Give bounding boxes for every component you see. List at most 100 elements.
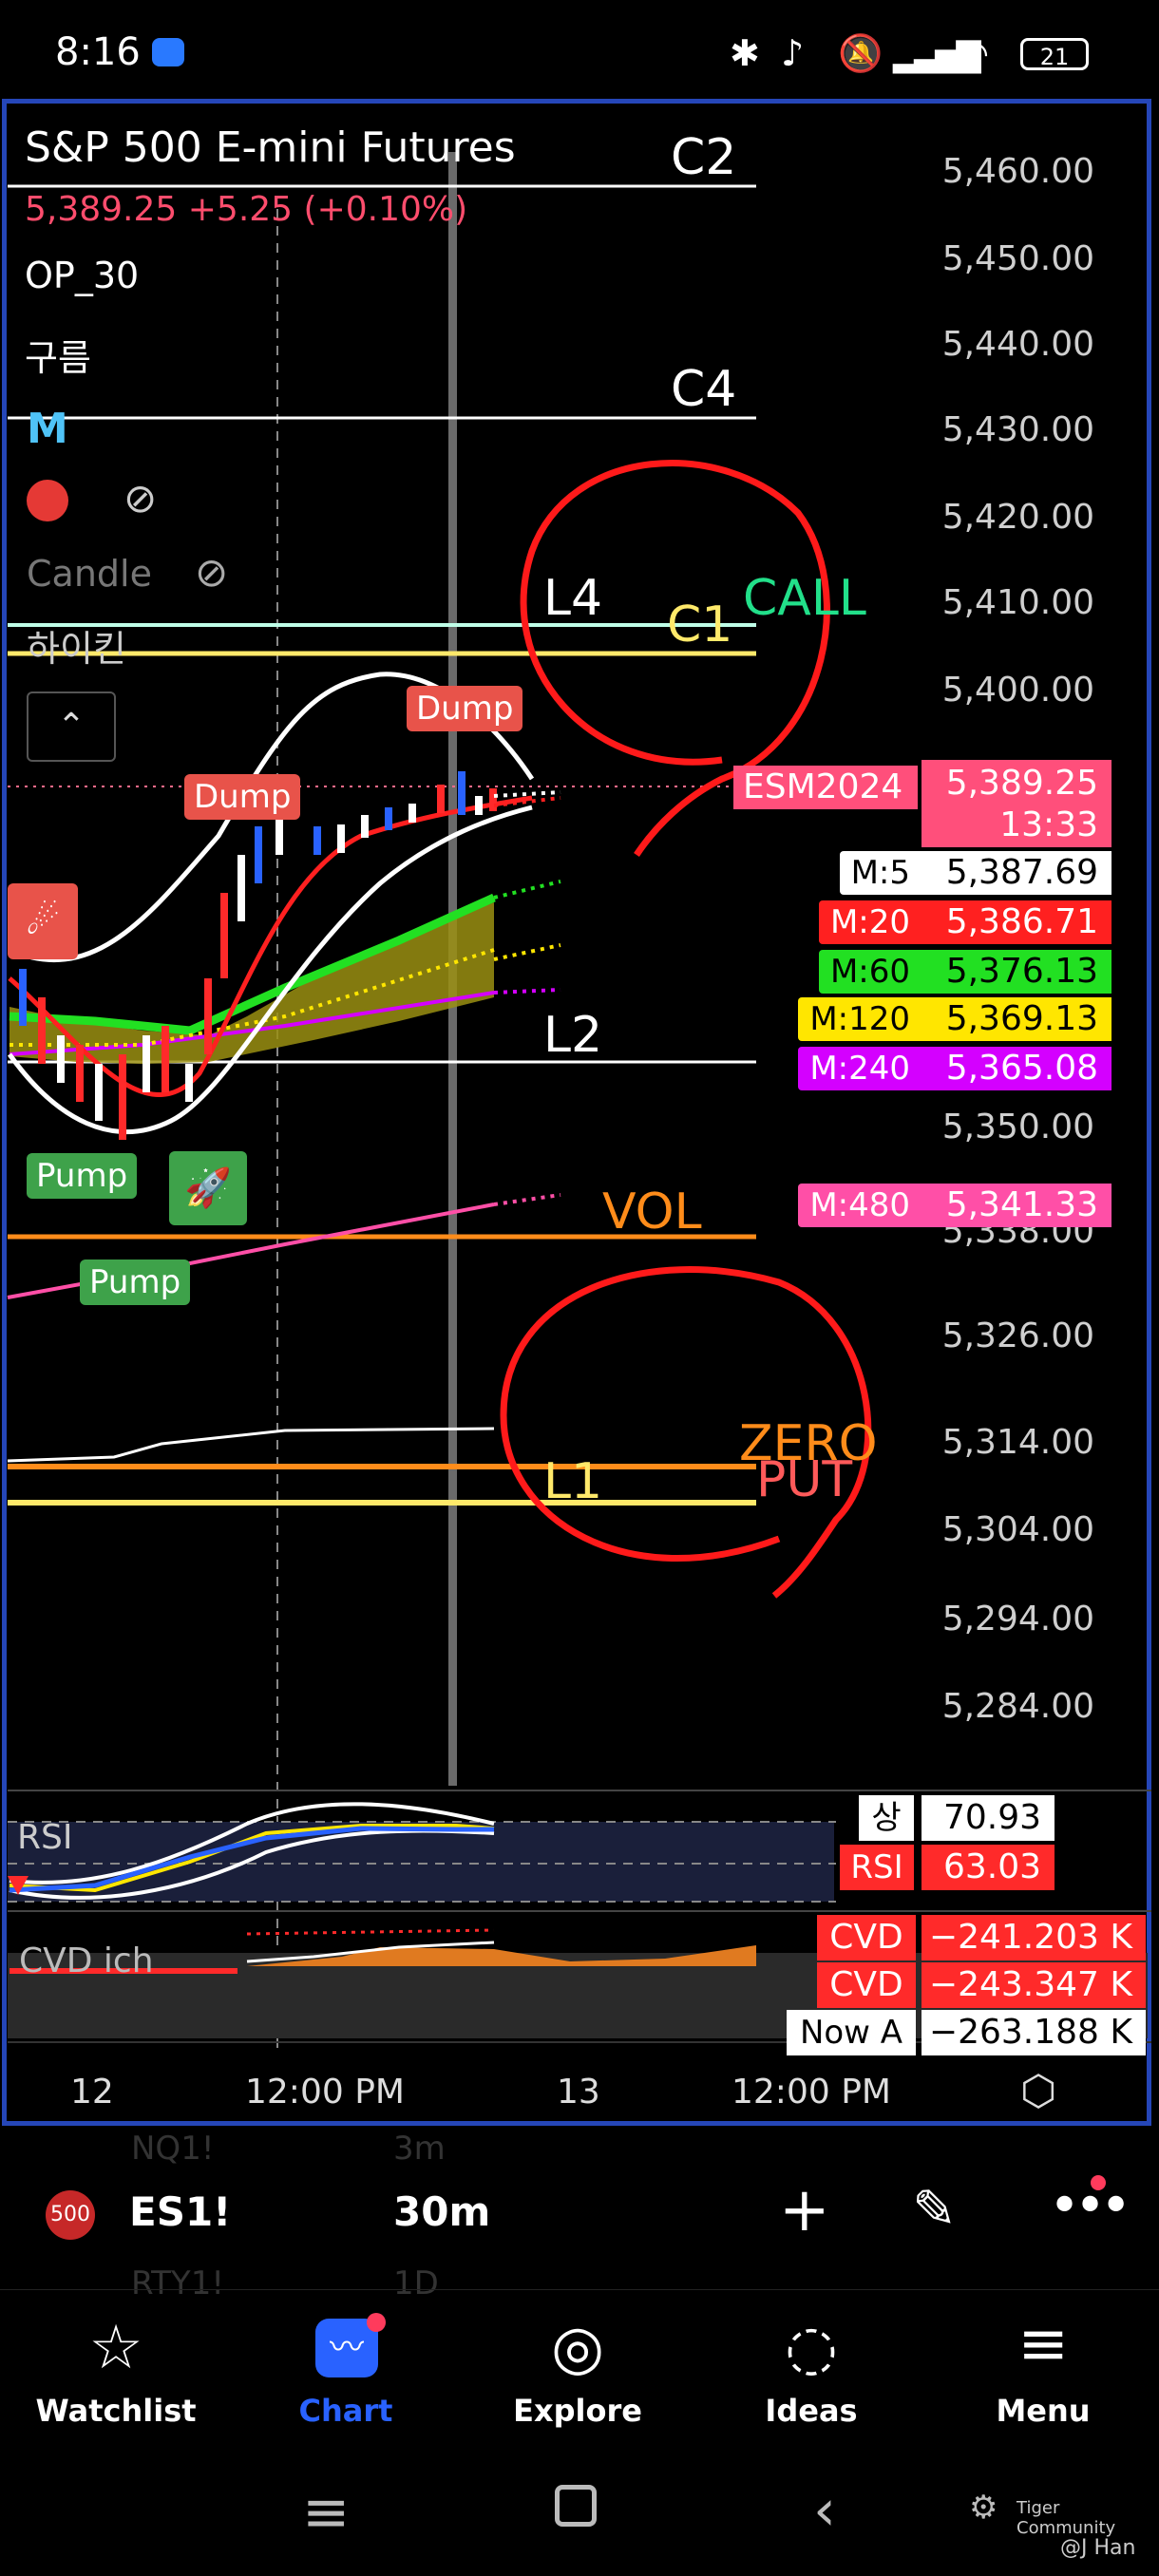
cvd-value: −241.203 K <box>922 1915 1146 1960</box>
price-axis-label: 5,440.00 <box>941 325 1094 364</box>
price-axis-label: 5,400.00 <box>941 671 1094 710</box>
price-axis-label: 5,420.00 <box>941 498 1094 537</box>
ma-label: M:480 <box>798 1184 922 1227</box>
bottom-nav: ☆ Watchlist 〰 Chart ◎ Explore ◌ Ideas ≡ … <box>0 2289 1159 2461</box>
indicator-cloud[interactable]: 구름 <box>25 329 91 381</box>
last-price: 5,389.25 <box>945 764 1098 803</box>
chart-notification-dot <box>367 2313 386 2332</box>
more-icon[interactable]: ••• <box>1049 2175 1131 2237</box>
cvd-label: CVD <box>817 1915 916 1960</box>
ma-label: M:120 <box>798 997 922 1041</box>
collapse-legend-button[interactable]: ⌃ <box>27 691 116 762</box>
price-axis-label: 5,460.00 <box>941 152 1094 191</box>
nav-menu[interactable]: ≡ Menu <box>948 2290 1138 2461</box>
rsi-title[interactable]: RSI <box>17 1818 72 1857</box>
label-l4: L4 <box>543 570 603 627</box>
system-nav: ≡ ‹ ⚙ Tiger Community @J Han <box>0 2460 1159 2576</box>
eye-off-icon[interactable]: ⊘ <box>124 475 157 521</box>
contract-tag: ESM2024 <box>733 766 918 809</box>
behind-interval: 3m <box>393 2130 446 2168</box>
nav-label: Menu <box>996 2393 1091 2429</box>
nav-label: Watchlist <box>35 2393 197 2429</box>
cvd-now-label: Now A <box>787 2010 916 2055</box>
price-axis-label: 5,314.00 <box>941 1423 1094 1462</box>
rsi-band <box>8 1822 834 1902</box>
cvd-now-value: −263.188 K <box>922 2010 1146 2055</box>
nav-watchlist[interactable]: ☆ Watchlist <box>21 2290 211 2461</box>
lightbulb-icon: ◌ <box>785 2313 838 2383</box>
ma-value: 5,376.13 <box>922 950 1112 994</box>
symbol-badge: 500 <box>46 2190 95 2240</box>
label-c4: C4 <box>671 361 737 418</box>
price-axis-label: 5,450.00 <box>941 239 1094 278</box>
time-axis-label: 12 <box>70 2073 114 2112</box>
m-indicator-icon[interactable]: M <box>27 405 68 453</box>
ma-label: M:20 <box>818 900 922 944</box>
label-l1: L1 <box>543 1453 603 1510</box>
bar-countdown: 13:33 <box>999 805 1098 844</box>
candle-eye-off-icon[interactable]: ⊘ <box>195 549 228 596</box>
heikin-label[interactable]: 하이킨 <box>27 619 126 672</box>
label-c1: C1 <box>667 597 733 653</box>
add-icon[interactable]: + <box>779 2175 830 2245</box>
price-axis-label: 5,410.00 <box>941 583 1094 622</box>
rocket-icon: 🚀 <box>169 1151 247 1225</box>
price-change: 5,389.25 +5.25 (+0.10%) <box>25 190 468 229</box>
ma-label: M:240 <box>798 1047 922 1090</box>
watermark-brand: Tiger Community <box>1016 2498 1116 2538</box>
watermark-author: @J Han <box>1060 2536 1136 2560</box>
nav-explore[interactable]: ◎ Explore <box>483 2290 673 2461</box>
label-call: CALL <box>743 570 866 627</box>
interval-selector[interactable]: 30m <box>393 2188 490 2235</box>
indicator-op30[interactable]: OP_30 <box>25 255 139 296</box>
price-axis-label: 5,326.00 <box>941 1316 1094 1355</box>
time-axis-label: 12:00 PM <box>245 2073 405 2112</box>
price-axis-label: 5,430.00 <box>941 410 1094 449</box>
time-axis-label: 13 <box>557 2073 600 2112</box>
behind-symbol: NQ1! <box>131 2130 215 2168</box>
label-c2: C2 <box>671 129 737 186</box>
nav-chart[interactable]: 〰 Chart <box>251 2290 441 2461</box>
last-price-tag: 5,389.25 13:33 <box>922 760 1112 847</box>
dump-signal: Dump <box>407 686 523 731</box>
label-put: PUT <box>756 1451 853 1508</box>
pump-signal: Pump <box>80 1260 191 1305</box>
label-l2: L2 <box>543 1007 603 1064</box>
candle-label[interactable]: Candle <box>27 553 152 595</box>
star-icon: ☆ <box>88 2313 143 2383</box>
label-vol: VOL <box>602 1184 702 1241</box>
price-axis-label: 5,284.00 <box>941 1687 1094 1726</box>
nav-label: Chart <box>298 2393 393 2429</box>
rsi-upper-value: 70.93 <box>922 1795 1054 1841</box>
home-icon[interactable] <box>555 2485 597 2527</box>
dump-signal: Dump <box>184 774 301 820</box>
volume-profile-line <box>7 1427 495 1463</box>
cvd-title[interactable]: CVD ich <box>19 1941 154 1980</box>
ma-label: M:60 <box>818 950 922 994</box>
ma-value: 5,341.33 <box>922 1184 1112 1227</box>
ma-value: 5,369.13 <box>922 997 1112 1041</box>
back-icon[interactable]: ‹ <box>813 2477 836 2544</box>
more-notification-dot <box>1091 2175 1106 2190</box>
comet-icon: ☄ <box>8 883 78 959</box>
cvd-label: CVD <box>817 1962 916 2008</box>
nav-label: Explore <box>513 2393 642 2429</box>
hamburger-icon: ≡ <box>1017 2309 1069 2379</box>
red-dot-icon[interactable] <box>27 480 68 521</box>
rsi-value: 63.03 <box>922 1845 1054 1890</box>
price-axis-label: 5,350.00 <box>941 1108 1094 1146</box>
rsi-label: RSI <box>840 1845 914 1890</box>
cvd-value: −243.347 K <box>922 1962 1146 2008</box>
ma-value: 5,365.08 <box>922 1047 1112 1090</box>
symbol-toolbar: 3m NQ1! 500 ES1! 30m + ✎ ••• RTY1! 1D <box>0 2130 1159 2302</box>
recent-apps-icon[interactable]: ≡ <box>302 2479 350 2546</box>
tiger-logo-icon: ⚙ <box>969 2489 998 2527</box>
ma-value: 5,386.71 <box>922 900 1112 944</box>
ma-value: 5,387.69 <box>922 851 1112 895</box>
nav-ideas[interactable]: ◌ Ideas <box>716 2290 906 2461</box>
compass-icon: ◎ <box>551 2313 604 2383</box>
symbol-title: S&P 500 E-mini Futures <box>25 123 516 172</box>
chart-settings-icon[interactable]: ⬡ <box>1020 2067 1056 2115</box>
symbol-selector[interactable]: ES1! <box>129 2188 231 2235</box>
drawing-pen-icon[interactable]: ✎ <box>912 2179 957 2241</box>
